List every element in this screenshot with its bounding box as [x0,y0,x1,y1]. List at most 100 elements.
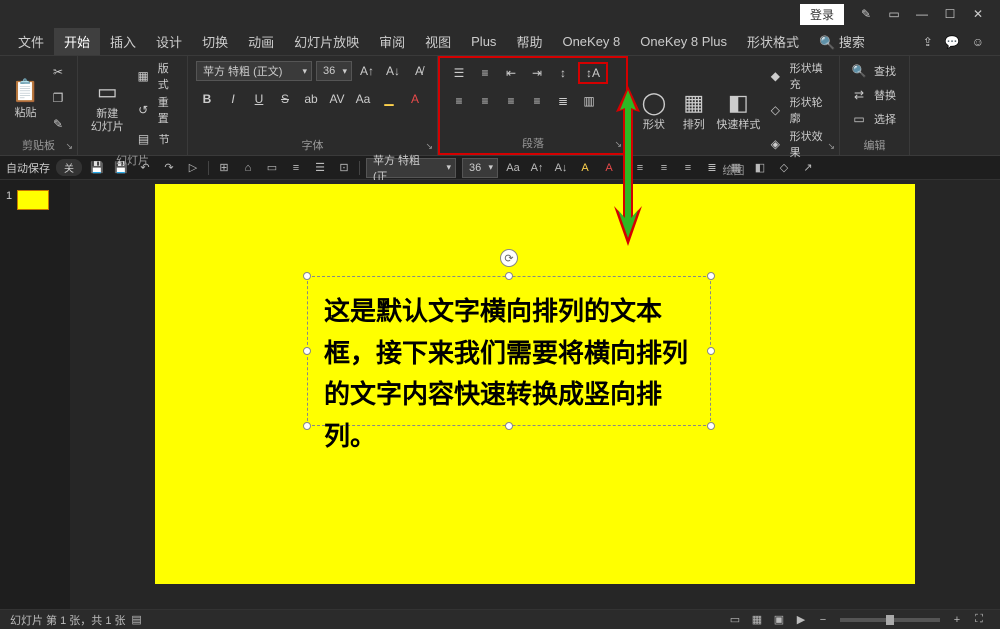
slide-canvas[interactable]: ⟳ 这是默认文字横向排列的文本框，接下来我们需要将横向排列的文字内容快速转换成竖… [70,180,1000,609]
qat-icon[interactable]: ≡ [287,162,305,174]
fit-window-icon[interactable]: ⛶ [968,613,990,626]
reset-icon[interactable]: ↺ [133,99,154,121]
zoom-out-button[interactable]: − [812,614,834,626]
shrink-font-icon[interactable]: A↓ [382,60,404,82]
login-button[interactable]: 登录 [800,4,844,25]
zoom-in-button[interactable]: + [946,614,968,626]
align-right-icon[interactable]: ≡ [500,90,522,112]
view-reading-icon[interactable]: ▣ [768,613,790,626]
paste-button[interactable]: 📋 粘贴 [8,64,43,132]
maximize-icon[interactable]: ☐ [936,7,964,21]
distribute-icon[interactable]: ≣ [552,90,574,112]
resize-handle[interactable] [707,347,715,355]
autosave-toggle[interactable]: 关 [56,159,82,176]
view-normal-icon[interactable]: ▭ [724,613,746,626]
qat-highlight-icon[interactable]: A [576,162,594,174]
font-name-select[interactable]: 苹方 特粗 (正文) [196,61,312,81]
qat-icon[interactable]: ▭ [263,161,281,174]
qat-size-select[interactable]: 36 [462,158,498,178]
align-center-icon[interactable]: ≡ [474,90,496,112]
tab-file[interactable]: 文件 [8,28,54,55]
slide[interactable]: ⟳ 这是默认文字横向排列的文本框，接下来我们需要将横向排列的文字内容快速转换成竖… [155,184,915,584]
qat-case-icon[interactable]: Aa [504,162,522,174]
line-spacing-icon[interactable]: ↕ [552,62,574,84]
qat-grow-icon[interactable]: A↑ [528,162,546,174]
tab-view[interactable]: 视图 [415,28,461,55]
shape-outline-button[interactable]: ◇形状轮廓 [765,94,831,126]
strike-button[interactable]: S [274,88,296,110]
tab-search[interactable]: 🔍 搜索 [809,28,875,55]
resize-handle[interactable] [707,272,715,280]
resize-handle[interactable] [707,422,715,430]
qat-color-icon[interactable]: A [600,162,618,174]
tab-help[interactable]: 帮助 [506,28,552,55]
font-expand-icon[interactable]: ↘ [425,141,433,152]
minimize-icon[interactable]: — [908,7,936,21]
grow-font-icon[interactable]: A↑ [356,60,378,82]
new-slide-button[interactable]: ▭ 新建 幻灯片 [86,71,129,139]
view-slideshow-icon[interactable]: ▶ [790,613,812,626]
zoom-thumb[interactable] [886,615,894,625]
section-icon[interactable]: ▤ [133,128,155,150]
resize-handle[interactable] [303,347,311,355]
shapes-button[interactable]: ◯ 形状 [636,76,672,144]
share-icon[interactable]: ⇪ [923,35,933,49]
qat-shrink-icon[interactable]: A↓ [552,162,570,174]
numbering-icon[interactable]: ≡ [474,62,496,84]
notes-icon[interactable]: ▤ [126,613,148,626]
underline-button[interactable]: U [248,88,270,110]
format-painter-icon[interactable]: ✎ [47,113,69,135]
italic-button[interactable]: I [222,88,244,110]
cut-icon[interactable]: ✂ [47,61,69,83]
zoom-slider[interactable] [840,618,940,622]
paragraph-expand-icon[interactable]: ↘ [614,139,622,150]
slide-thumbnail-1[interactable] [17,190,49,210]
resize-handle[interactable] [505,272,513,280]
qat-icon[interactable]: ⊞ [215,161,233,174]
close-icon[interactable]: ✕ [964,7,992,21]
justify-icon[interactable]: ≡ [526,90,548,112]
tab-onekey8[interactable]: OneKey 8 [552,30,630,53]
shape-fill-button[interactable]: ◆形状填充 [765,60,831,92]
drawing-expand-icon[interactable]: ↘ [827,141,835,152]
highlight-icon[interactable]: ▁ [378,88,400,110]
select-button[interactable]: ▭选择 [848,108,896,130]
indent-increase-icon[interactable]: ⇥ [526,62,548,84]
align-left-icon[interactable]: ≡ [448,90,470,112]
comments-icon[interactable]: 💬 [945,35,960,49]
layout-icon[interactable]: ▦ [133,65,154,87]
tab-design[interactable]: 设计 [146,28,192,55]
tab-insert[interactable]: 插入 [100,28,146,55]
slideshow-icon[interactable]: ▷ [184,161,202,174]
copy-icon[interactable]: ❐ [47,87,69,109]
smile-icon[interactable]: ☺ [972,35,984,49]
tab-animation[interactable]: 动画 [238,28,284,55]
qat-icon[interactable]: ⌂ [239,162,257,174]
qat-icon[interactable]: ☰ [311,161,329,174]
quick-styles-button[interactable]: ◧ 快速样式 [716,76,761,144]
resize-handle[interactable] [303,422,311,430]
clipboard-expand-icon[interactable]: ↘ [65,141,73,152]
case-button[interactable]: Aa [352,88,374,110]
find-button[interactable]: 🔍查找 [848,60,896,82]
shadow-button[interactable]: ab [300,88,322,110]
ribbon-options-icon[interactable]: ▭ [880,7,908,21]
replace-button[interactable]: ⇄替换 [848,84,896,106]
font-color-icon[interactable]: A [404,88,426,110]
text-direction-button[interactable]: ↕A [578,62,608,84]
tab-shape-format[interactable]: 形状格式 [737,28,809,55]
qat-icon[interactable]: ⊡ [335,161,353,174]
view-sorter-icon[interactable]: ▦ [746,613,768,626]
rotate-handle-icon[interactable]: ⟳ [500,249,518,267]
clear-format-icon[interactable]: A̸ [408,60,430,82]
shape-effects-button[interactable]: ◈形状效果 [765,128,831,160]
tab-transition[interactable]: 切换 [192,28,238,55]
qat-font-select[interactable]: 苹方 特粗 (正 [366,158,456,178]
textbox[interactable]: ⟳ 这是默认文字横向排列的文本框，接下来我们需要将横向排列的文字内容快速转换成竖… [307,276,711,426]
font-size-select[interactable]: 36 [316,61,352,81]
textbox-text[interactable]: 这是默认文字横向排列的文本框，接下来我们需要将横向排列的文字内容快速转换成竖向排… [308,277,710,471]
paint-format-icon[interactable]: ✎ [852,7,880,21]
columns-icon[interactable]: ▥ [578,90,600,112]
resize-handle[interactable] [505,422,513,430]
tab-onekey8plus[interactable]: OneKey 8 Plus [630,30,737,53]
